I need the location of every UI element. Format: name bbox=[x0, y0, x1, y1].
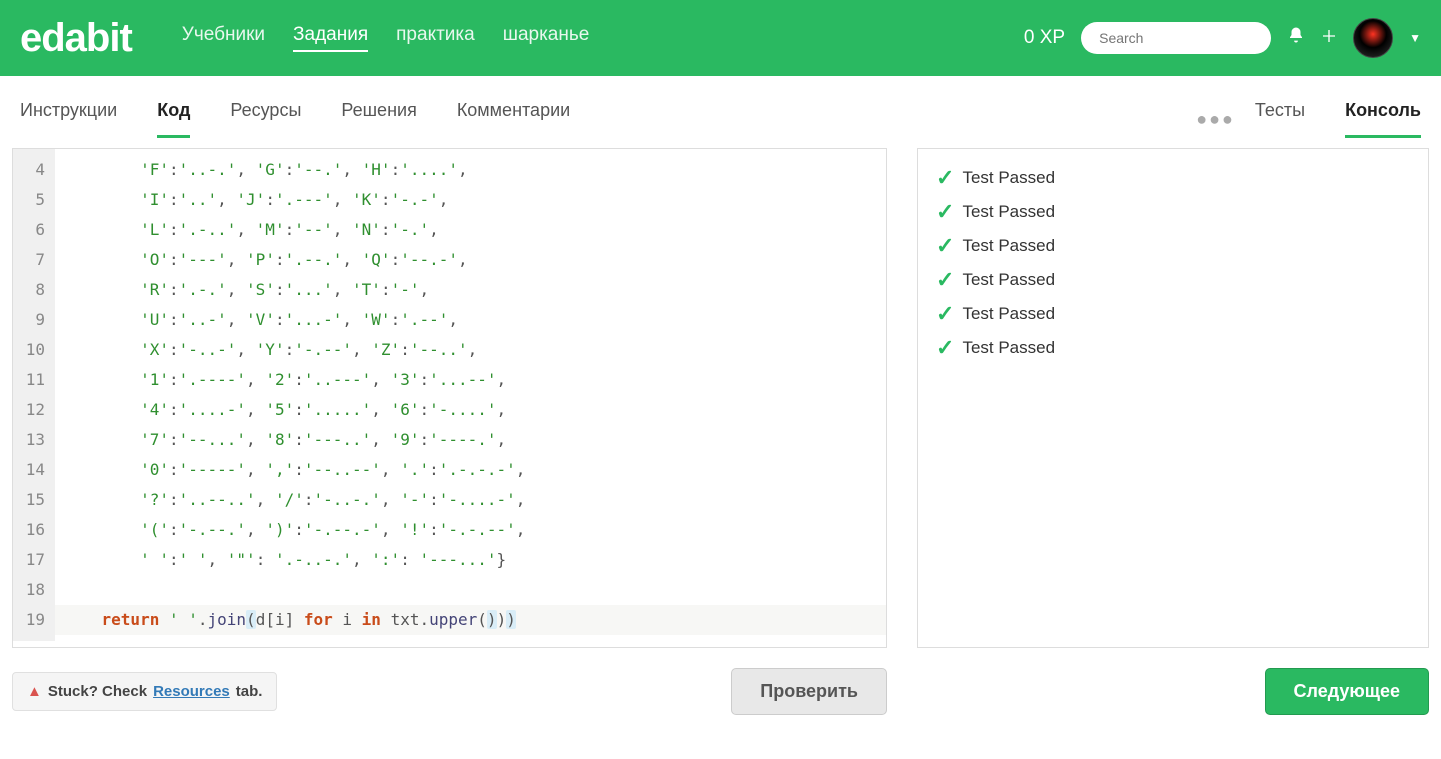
console-actions: Следующее bbox=[917, 668, 1429, 715]
check-icon: ✓ bbox=[936, 199, 954, 225]
top-nav: edabit Учебники Задания практика шаркань… bbox=[0, 0, 1441, 76]
line-number: 10 bbox=[21, 335, 45, 365]
nav-link-challenges[interactable]: Задания bbox=[293, 24, 368, 52]
code-line[interactable]: '0':'-----', ',':'--..--', '.':'.-.-.-', bbox=[55, 455, 886, 485]
line-number: 18 bbox=[21, 575, 45, 605]
xp-label: 0 XP bbox=[1024, 27, 1065, 49]
test-result: ✓ Test Passed bbox=[936, 165, 1410, 191]
test-result-label: Test Passed bbox=[962, 236, 1055, 256]
next-button[interactable]: Следующее bbox=[1265, 668, 1429, 715]
line-number: 15 bbox=[21, 485, 45, 515]
tab-solutions[interactable]: Решения bbox=[341, 100, 416, 138]
tab-console[interactable]: Консоль bbox=[1345, 100, 1421, 138]
code-line[interactable]: '7':'--...', '8':'---..', '9':'----.', bbox=[55, 425, 886, 455]
code-editor[interactable]: 45678910111213141516171819 'F':'..-.', '… bbox=[12, 148, 887, 648]
line-number: 14 bbox=[21, 455, 45, 485]
nav-link-shuffle[interactable]: шарканье bbox=[503, 24, 590, 52]
line-number: 8 bbox=[21, 275, 45, 305]
code-line[interactable]: '?':'..--..', '/':'-..-.', '-':'-....-', bbox=[55, 485, 886, 515]
check-icon: ✓ bbox=[936, 233, 954, 259]
stuck-prefix: Stuck? Check bbox=[48, 683, 147, 700]
line-number: 9 bbox=[21, 305, 45, 335]
test-result-label: Test Passed bbox=[962, 270, 1055, 290]
code-line[interactable]: 'L':'.-..', 'M':'--', 'N':'-.', bbox=[55, 215, 886, 245]
nav-links: Учебники Задания практика шарканье bbox=[182, 24, 1024, 52]
check-icon: ✓ bbox=[936, 301, 954, 327]
nav-link-practice[interactable]: практика bbox=[396, 24, 475, 52]
content: 45678910111213141516171819 'F':'..-.', '… bbox=[0, 138, 1441, 735]
check-icon: ✓ bbox=[936, 267, 954, 293]
tab-instructions[interactable]: Инструкции bbox=[20, 100, 117, 138]
code-line[interactable]: 'X':'-..-', 'Y':'-.--', 'Z':'--..', bbox=[55, 335, 886, 365]
search-input[interactable] bbox=[1081, 22, 1271, 54]
code-line[interactable]: '4':'....-', '5':'.....', '6':'-....', bbox=[55, 395, 886, 425]
code-body[interactable]: 'F':'..-.', 'G':'--.', 'H':'....', 'I':'… bbox=[55, 149, 886, 641]
line-number: 4 bbox=[21, 155, 45, 185]
subtabs-right: Тесты Консоль bbox=[1255, 100, 1421, 138]
line-number: 6 bbox=[21, 215, 45, 245]
line-number: 16 bbox=[21, 515, 45, 545]
resources-link[interactable]: Resources bbox=[153, 683, 230, 700]
more-dots-icon[interactable]: ●●● bbox=[1196, 109, 1235, 130]
logo[interactable]: edabit bbox=[20, 16, 132, 61]
check-button[interactable]: Проверить bbox=[731, 668, 887, 715]
tab-comments[interactable]: Комментарии bbox=[457, 100, 570, 138]
test-result: ✓ Test Passed bbox=[936, 335, 1410, 361]
avatar[interactable] bbox=[1353, 18, 1393, 58]
test-result: ✓ Test Passed bbox=[936, 267, 1410, 293]
test-result-label: Test Passed bbox=[962, 338, 1055, 358]
tab-tests[interactable]: Тесты bbox=[1255, 100, 1305, 138]
test-result-label: Test Passed bbox=[962, 202, 1055, 222]
test-result-label: Test Passed bbox=[962, 304, 1055, 324]
test-result: ✓ Test Passed bbox=[936, 301, 1410, 327]
line-number: 12 bbox=[21, 395, 45, 425]
code-line[interactable]: 'I':'..', 'J':'.---', 'K':'-.-', bbox=[55, 185, 886, 215]
tab-resources[interactable]: Ресурсы bbox=[230, 100, 301, 138]
line-gutter: 45678910111213141516171819 bbox=[13, 149, 55, 641]
line-number: 13 bbox=[21, 425, 45, 455]
test-result: ✓ Test Passed bbox=[936, 199, 1410, 225]
console-output[interactable]: ✓ Test Passed ✓ Test Passed ✓ Test Passed ✓ Tes… bbox=[917, 148, 1429, 648]
line-number: 17 bbox=[21, 545, 45, 575]
subtabs-left: Инструкции Код Ресурсы Решения Комментар… bbox=[20, 100, 570, 138]
plus-icon[interactable] bbox=[1321, 27, 1337, 50]
editor-panel: 45678910111213141516171819 'F':'..-.', '… bbox=[12, 148, 887, 715]
chevron-down-icon[interactable]: ▼ bbox=[1409, 31, 1421, 45]
code-line[interactable]: return ' '.join(d[i] for i in txt.upper(… bbox=[55, 605, 886, 635]
code-line[interactable]: 'R':'.-.', 'S':'...', 'T':'-', bbox=[55, 275, 886, 305]
code-line[interactable]: ' ':' ', '"': '.-..-.', ':': '---...'} bbox=[55, 545, 886, 575]
console-panel: ✓ Test Passed ✓ Test Passed ✓ Test Passed ✓ Tes… bbox=[917, 148, 1429, 715]
code-line[interactable]: 'O':'---', 'P':'.--.', 'Q':'--.-', bbox=[55, 245, 886, 275]
line-number: 11 bbox=[21, 365, 45, 395]
bell-icon[interactable] bbox=[1287, 26, 1305, 50]
line-number: 7 bbox=[21, 245, 45, 275]
code-line[interactable]: 'U':'..-', 'V':'...-', 'W':'.--', bbox=[55, 305, 886, 335]
test-result: ✓ Test Passed bbox=[936, 233, 1410, 259]
nav-link-textbooks[interactable]: Учебники bbox=[182, 24, 265, 52]
code-line[interactable]: 'F':'..-.', 'G':'--.', 'H':'....', bbox=[55, 155, 886, 185]
nav-right: 0 XP ▼ bbox=[1024, 18, 1421, 58]
stuck-hint: ▲ Stuck? Check Resources tab. bbox=[12, 672, 277, 711]
tab-code[interactable]: Код bbox=[157, 100, 190, 138]
line-number: 5 bbox=[21, 185, 45, 215]
editor-actions: ▲ Stuck? Check Resources tab. Проверить bbox=[12, 668, 887, 715]
check-icon: ✓ bbox=[936, 165, 954, 191]
warning-icon: ▲ bbox=[27, 683, 42, 700]
code-line[interactable]: '(':'-.--.', ')':'-.--.-', '!':'-.-.--', bbox=[55, 515, 886, 545]
stuck-suffix: tab. bbox=[236, 683, 263, 700]
code-line[interactable]: '1':'.----', '2':'..---', '3':'...--', bbox=[55, 365, 886, 395]
code-line[interactable] bbox=[55, 575, 886, 605]
line-number: 19 bbox=[21, 605, 45, 635]
check-icon: ✓ bbox=[936, 335, 954, 361]
test-result-label: Test Passed bbox=[962, 168, 1055, 188]
subtabs: Инструкции Код Ресурсы Решения Комментар… bbox=[0, 76, 1441, 138]
